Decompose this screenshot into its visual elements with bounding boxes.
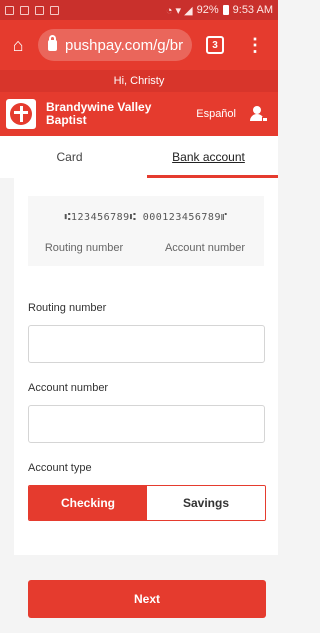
notification-icon xyxy=(5,5,14,15)
address-bar[interactable]: pushpay.com/g/br xyxy=(38,29,192,61)
signal-icon: ◔ ▾ ◢ xyxy=(165,4,193,17)
account-caption: Account number xyxy=(164,242,246,254)
greeting-banner: Hi, Christy xyxy=(0,70,278,92)
routing-caption: Routing number xyxy=(44,242,124,254)
clock: 9:53 AM xyxy=(232,4,273,16)
organization-logo xyxy=(6,99,36,129)
tab-card[interactable]: Card xyxy=(0,136,139,178)
micr-line: ⑆123456789⑆ 000123456789⑈ xyxy=(64,212,228,223)
mail-icon xyxy=(35,5,44,15)
browser-toolbar: ⌂ pushpay.com/g/br 3 ⋮ xyxy=(0,20,278,70)
routing-number-label: Routing number xyxy=(28,302,107,314)
notification-icon xyxy=(20,5,29,15)
notification-icons xyxy=(5,5,59,15)
account-number-label: Account number xyxy=(28,382,109,394)
next-button[interactable]: Next xyxy=(28,580,266,618)
tab-bank-account[interactable]: Bank account xyxy=(139,136,278,178)
more-menu-icon[interactable]: ⋮ xyxy=(246,36,264,54)
account-type-label: Account type xyxy=(28,462,92,474)
tab-label: Bank account xyxy=(172,150,245,164)
organization-name: Brandywine Valley Baptist xyxy=(46,100,152,127)
image-icon xyxy=(50,5,59,15)
organization-header: Brandywine Valley Baptist Español xyxy=(0,92,278,136)
cross-icon xyxy=(10,103,32,125)
savings-option[interactable]: Savings xyxy=(147,486,265,520)
url-text: pushpay.com/g/br xyxy=(65,36,184,54)
tab-switcher-button[interactable]: 3 xyxy=(206,36,224,54)
bank-account-form: ⑆123456789⑆ 000123456789⑈ Routing number… xyxy=(14,178,278,555)
status-bar: ◔ ▾ ◢ 92% 9:53 AM xyxy=(0,0,278,20)
system-status: ◔ ▾ ◢ 92% 9:53 AM xyxy=(166,4,273,17)
home-icon[interactable]: ⌂ xyxy=(8,35,28,55)
battery-percent: 92% xyxy=(196,4,219,16)
routing-number-input[interactable] xyxy=(28,325,265,363)
payment-method-tabs: Card Bank account xyxy=(0,136,278,178)
lock-icon xyxy=(262,117,268,122)
user-account-icon[interactable] xyxy=(250,106,268,122)
account-number-input[interactable] xyxy=(28,405,265,443)
checking-option[interactable]: Checking xyxy=(29,486,147,520)
account-type-toggle: Checking Savings xyxy=(28,485,266,521)
tab-label: Card xyxy=(56,150,83,164)
check-sample-illustration: ⑆123456789⑆ 000123456789⑈ Routing number… xyxy=(28,196,264,266)
lock-icon xyxy=(48,34,57,51)
battery-icon xyxy=(222,5,229,15)
language-link[interactable]: Español xyxy=(196,108,236,120)
